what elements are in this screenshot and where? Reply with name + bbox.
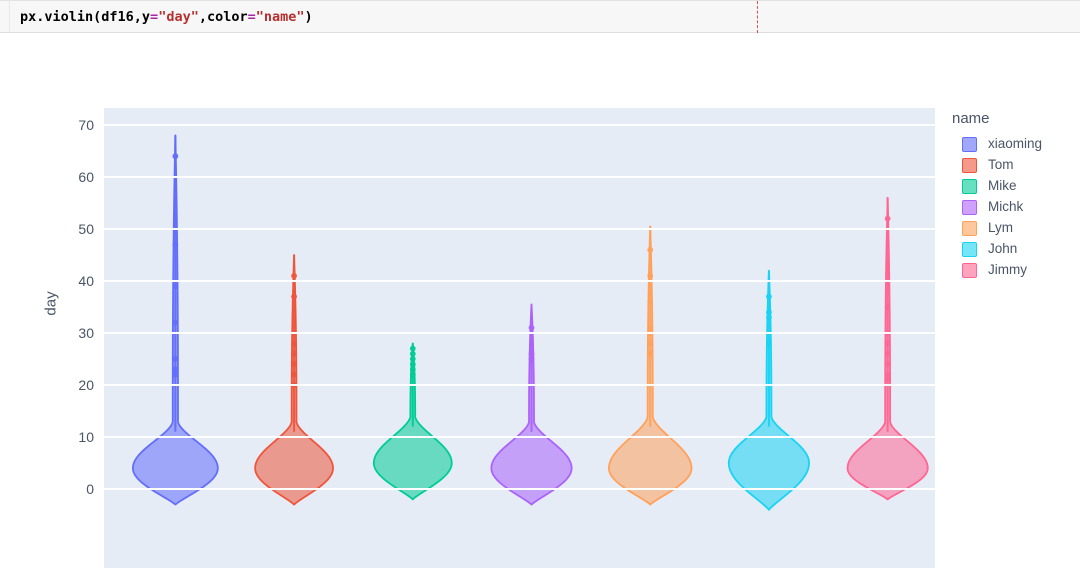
legend[interactable]: name xiaoming Tom Mike Michk Lym John Jimmy bbox=[952, 110, 1076, 281]
violin-point bbox=[409, 350, 416, 357]
violin-point bbox=[291, 350, 297, 357]
column-ruler-line bbox=[757, 1, 758, 33]
violin-point bbox=[647, 298, 654, 305]
violin-point bbox=[172, 371, 179, 378]
plot-area[interactable] bbox=[104, 108, 935, 568]
code-token-4: = bbox=[247, 9, 256, 25]
gridline-y-40 bbox=[104, 280, 935, 282]
code-token-6: ) bbox=[304, 9, 313, 25]
violin-point bbox=[766, 314, 772, 321]
violin-point bbox=[884, 215, 891, 222]
legend-label: xiaoming bbox=[988, 136, 1043, 152]
violin-point bbox=[884, 376, 891, 383]
legend-label: Tom bbox=[988, 157, 1014, 173]
y-tick-label-0: 0 bbox=[86, 481, 94, 497]
violin-point bbox=[409, 366, 416, 373]
y-tick-label-50: 50 bbox=[78, 221, 94, 237]
violin-point bbox=[647, 350, 654, 357]
legend-swatch-icon bbox=[962, 262, 977, 278]
code-cell-gutter bbox=[0, 1, 10, 32]
legend-items[interactable]: xiaoming Tom Mike Michk Lym John Jimmy bbox=[952, 134, 1076, 281]
violin-point bbox=[172, 153, 179, 160]
violin-point bbox=[884, 340, 891, 347]
violin-lym[interactable] bbox=[608, 225, 693, 506]
legend-item-michk[interactable]: Michk bbox=[952, 197, 1076, 218]
violin-point bbox=[647, 246, 654, 253]
legend-item-xiaoming[interactable]: xiaoming bbox=[952, 134, 1076, 155]
violin-point bbox=[884, 361, 891, 368]
violin-mike[interactable] bbox=[372, 342, 453, 501]
violin-point bbox=[172, 356, 179, 362]
legend-item-jimmy[interactable]: Jimmy bbox=[952, 260, 1076, 281]
legend-swatch-icon bbox=[962, 199, 977, 215]
violin-point bbox=[647, 272, 654, 279]
gridline-y-0 bbox=[104, 488, 935, 490]
legend-swatch-icon bbox=[962, 241, 977, 257]
violin-point bbox=[409, 345, 416, 352]
violin-michk[interactable] bbox=[490, 303, 573, 506]
gridline-y-10 bbox=[104, 436, 935, 438]
y-tick-label-70: 70 bbox=[78, 117, 94, 133]
violin-point bbox=[409, 371, 416, 378]
code-token-1: = bbox=[150, 9, 159, 25]
violin-point bbox=[766, 340, 772, 347]
gridline-y-70 bbox=[104, 124, 935, 126]
gridline-y-60 bbox=[104, 176, 935, 178]
y-tick-label-10: 10 bbox=[78, 429, 94, 445]
violin-point bbox=[172, 319, 179, 326]
violin-point bbox=[291, 340, 297, 347]
violin-point bbox=[172, 241, 179, 248]
legend-label: Lym bbox=[988, 220, 1014, 236]
legend-swatch-icon bbox=[962, 220, 977, 236]
code-token-2: "day" bbox=[158, 9, 199, 25]
violin-point bbox=[884, 371, 891, 378]
violin-xiaoming[interactable] bbox=[131, 134, 219, 506]
legend-item-lym[interactable]: Lym bbox=[952, 218, 1076, 239]
violin-point bbox=[409, 356, 416, 362]
violin-point bbox=[766, 309, 772, 316]
violin-john[interactable] bbox=[727, 269, 810, 511]
gridline-y-20 bbox=[104, 384, 935, 386]
legend-swatch-icon bbox=[962, 136, 977, 152]
gridline-y-50 bbox=[104, 228, 935, 230]
plotly-figure[interactable]: 0 10 20 30 40 50 60 70 day name xiaoming Tom Mike… bbox=[0, 33, 1080, 568]
violin-point bbox=[528, 350, 535, 357]
legend-title: name bbox=[952, 110, 990, 127]
violin-tom[interactable] bbox=[254, 254, 334, 506]
legend-label: Michk bbox=[988, 199, 1024, 215]
violin-point bbox=[409, 361, 416, 368]
violin-point bbox=[291, 293, 297, 300]
violin-point bbox=[291, 272, 297, 279]
y-tick-label-20: 20 bbox=[78, 377, 94, 393]
legend-label: John bbox=[988, 241, 1018, 257]
violin-point bbox=[647, 340, 654, 347]
y-tick-label-30: 30 bbox=[78, 325, 94, 341]
code-line[interactable]: px.violin(df16,y="day",color="name") bbox=[20, 1, 313, 34]
violin-point bbox=[647, 324, 654, 331]
gridline-y-30 bbox=[104, 332, 935, 334]
y-axis-title: day bbox=[42, 291, 60, 316]
violin-point bbox=[291, 371, 297, 378]
violin-jimmy[interactable] bbox=[846, 196, 929, 501]
violin-point bbox=[884, 350, 891, 357]
violin-point bbox=[528, 356, 535, 362]
legend-item-tom[interactable]: Tom bbox=[952, 155, 1076, 176]
violin-point bbox=[172, 366, 179, 373]
legend-label: Mike bbox=[988, 178, 1017, 194]
violin-point bbox=[528, 324, 535, 331]
code-token-3: ,color bbox=[198, 9, 248, 25]
legend-item-john[interactable]: John bbox=[952, 239, 1076, 260]
violin-point bbox=[766, 293, 772, 300]
legend-swatch-icon bbox=[962, 157, 977, 173]
violin-point bbox=[884, 304, 891, 310]
code-token-0: px.violin(df16,y bbox=[20, 9, 151, 25]
legend-label: Jimmy bbox=[988, 262, 1027, 278]
code-cell[interactable]: px.violin(df16,y="day",color="name") bbox=[0, 0, 1080, 33]
violin-point bbox=[172, 283, 179, 290]
violin-point bbox=[291, 361, 297, 368]
legend-swatch-icon bbox=[962, 178, 977, 194]
code-token-5: "name" bbox=[255, 9, 305, 25]
legend-item-mike[interactable]: Mike bbox=[952, 176, 1076, 197]
y-tick-label-60: 60 bbox=[78, 169, 94, 185]
